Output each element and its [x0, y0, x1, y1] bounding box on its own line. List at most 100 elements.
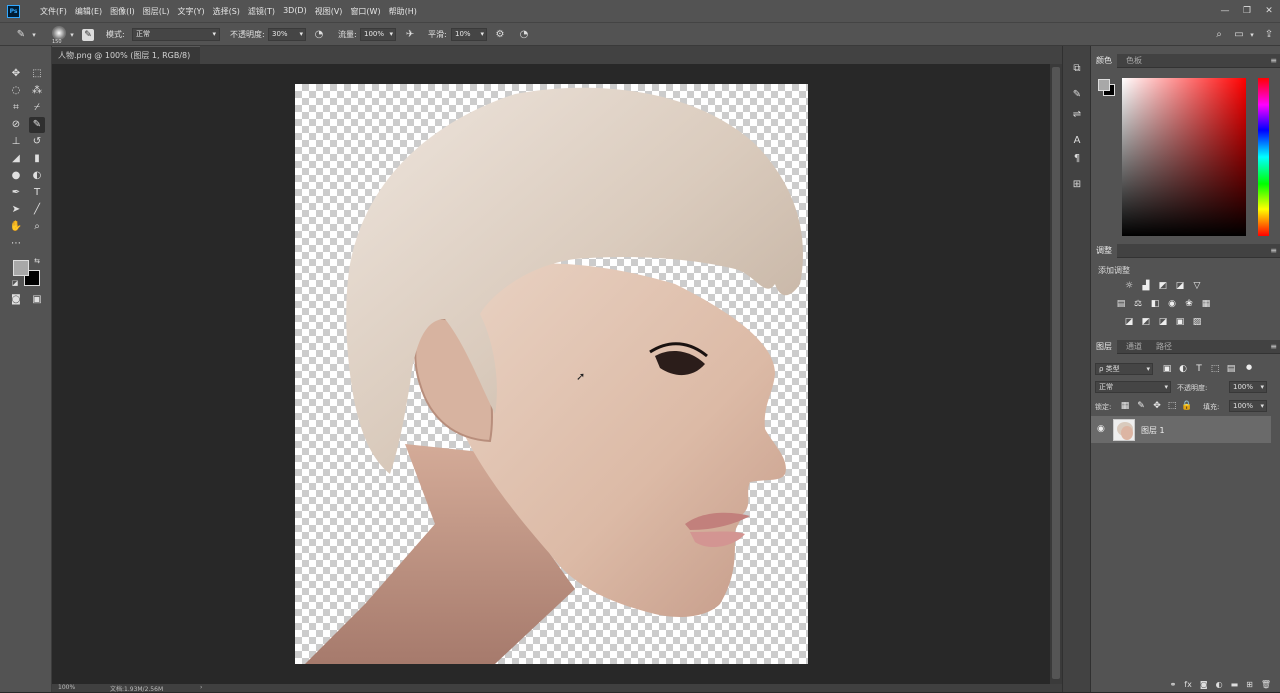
pen-tool-icon[interactable]: ✒	[8, 185, 24, 201]
character-panel-icon[interactable]: A	[1069, 134, 1085, 148]
levels-icon[interactable]: ▟	[1140, 280, 1152, 292]
gear-icon[interactable]: ⚙	[493, 28, 507, 42]
history-panel-icon[interactable]: ⧉	[1069, 62, 1085, 76]
pressure-opacity-icon[interactable]: ◔	[312, 28, 326, 42]
selective-color-icon[interactable]: ▨	[1191, 316, 1203, 328]
brush-tool-icon[interactable]: ✎	[29, 117, 45, 133]
color-balance-icon[interactable]: ⚖	[1132, 298, 1144, 310]
photo-filter-icon[interactable]: ◉	[1166, 298, 1178, 310]
healing-brush-tool-icon[interactable]: ⊘	[8, 117, 24, 133]
lock-transparent-icon[interactable]: ▦	[1119, 400, 1131, 412]
libraries-icon[interactable]: ⊞	[1069, 178, 1085, 192]
gradient-tool-icon[interactable]: ▮	[29, 151, 45, 167]
magic-wand-tool-icon[interactable]: ⁂	[29, 83, 45, 99]
blur-tool-icon[interactable]: ●	[8, 168, 24, 184]
lock-all-icon[interactable]: 🔒	[1181, 400, 1193, 412]
new-group-icon[interactable]: ▬	[1231, 680, 1239, 692]
menu-window[interactable]: 窗口(W)	[350, 6, 380, 17]
black-white-icon[interactable]: ◧	[1149, 298, 1161, 310]
tab-adjustments[interactable]: 调整	[1091, 244, 1117, 258]
zoom-tool-icon[interactable]: ⌕	[29, 219, 45, 235]
menu-3d[interactable]: 3D(D)	[283, 6, 307, 17]
workspace-icon[interactable]: ▭	[1232, 28, 1246, 42]
hue-slider[interactable]	[1258, 78, 1269, 236]
screen-mode-icon[interactable]: ▣	[29, 292, 45, 308]
vertical-scrollbar[interactable]	[1050, 64, 1062, 684]
minimize-button[interactable]: —	[1214, 0, 1236, 22]
brush-preview-icon[interactable]	[52, 26, 66, 40]
tab-color[interactable]: 颜色	[1091, 54, 1117, 68]
brush-tool-preset-icon[interactable]: ✎	[14, 28, 28, 42]
scrollbar-thumb[interactable]	[1052, 67, 1060, 679]
menu-image[interactable]: 图像(I)	[110, 6, 135, 17]
path-selection-tool-icon[interactable]: ➤	[8, 202, 24, 218]
menu-layer[interactable]: 图层(L)	[143, 6, 170, 17]
search-icon[interactable]: ⌕	[1212, 28, 1226, 42]
lock-artboard-icon[interactable]: ⬚	[1166, 400, 1178, 412]
properties-icon[interactable]: ⇌	[1069, 108, 1085, 122]
flow-input[interactable]: 100% ▾	[360, 28, 396, 41]
layer-thumbnail[interactable]	[1113, 419, 1135, 441]
foreground-color-swatch[interactable]	[13, 260, 29, 276]
menu-filter[interactable]: 滤镜(T)	[248, 6, 275, 17]
airbrush-icon[interactable]: ✈	[403, 28, 417, 42]
color-picker-field[interactable]	[1122, 78, 1246, 236]
new-adjustment-icon[interactable]: ◐	[1216, 680, 1223, 692]
brightness-icon[interactable]: ☼	[1123, 280, 1135, 292]
panel-menu-icon[interactable]: ≡	[1270, 56, 1277, 65]
posterize-icon[interactable]: ◩	[1140, 316, 1152, 328]
channel-mixer-icon[interactable]: ❀	[1183, 298, 1195, 310]
move-tool-icon[interactable]: ✥	[8, 66, 24, 82]
workspace-chevron-icon[interactable]: ▾	[1248, 28, 1256, 42]
delete-layer-icon[interactable]: 🗑	[1261, 680, 1271, 692]
blend-mode-select[interactable]: 正常 ▾	[1095, 381, 1171, 393]
tab-channels[interactable]: 通道	[1121, 340, 1147, 354]
restore-button[interactable]: ❐	[1236, 0, 1258, 22]
menu-file[interactable]: 文件(F)	[40, 6, 67, 17]
crop-tool-icon[interactable]: ⌗	[8, 100, 24, 116]
pressure-size-icon[interactable]: ◔	[517, 28, 531, 42]
eyedropper-tool-icon[interactable]: ⌿	[29, 100, 45, 116]
filter-smart-object-icon[interactable]: ▤	[1225, 363, 1237, 375]
invert-icon[interactable]: ◪	[1123, 316, 1135, 328]
history-brush-tool-icon[interactable]: ↺	[29, 134, 45, 150]
fill-input[interactable]: 100% ▾	[1229, 400, 1267, 412]
close-button[interactable]: ✕	[1258, 0, 1280, 22]
lock-pixels-icon[interactable]: ✎	[1135, 400, 1147, 412]
new-layer-icon[interactable]: ⊞	[1246, 680, 1253, 692]
layer-row[interactable]: ◉ 图层 1	[1091, 416, 1271, 443]
exposure-icon[interactable]: ◪	[1174, 280, 1186, 292]
quick-mask-icon[interactable]: ◙	[8, 292, 24, 308]
default-colors-icon[interactable]: ◪	[10, 278, 20, 288]
layers-panel-menu-icon[interactable]: ≡	[1270, 342, 1277, 351]
smooth-input[interactable]: 10% ▾	[451, 28, 487, 41]
chevron-down-icon[interactable]: ▾	[30, 28, 38, 42]
document-tab[interactable]: 人物.png @ 100% (图层 1, RGB/8) ×	[52, 46, 200, 77]
marquee-tool-icon[interactable]: ⬚	[29, 66, 45, 82]
visibility-eye-icon[interactable]: ◉	[1097, 424, 1105, 434]
document-canvas[interactable]	[295, 84, 808, 664]
layer-name[interactable]: 图层 1	[1141, 425, 1165, 436]
threshold-icon[interactable]: ◪	[1157, 316, 1169, 328]
vibrance-icon[interactable]: ▽	[1191, 280, 1203, 292]
curves-icon[interactable]: ◩	[1157, 280, 1169, 292]
menu-edit[interactable]: 编辑(E)	[75, 6, 102, 17]
type-tool-icon[interactable]: T	[29, 185, 45, 201]
filter-adjustment-icon[interactable]: ◐	[1177, 363, 1189, 375]
color-lookup-icon[interactable]: ▦	[1200, 298, 1212, 310]
status-menu-arrow-icon[interactable]: ›	[200, 684, 202, 691]
swap-colors-icon[interactable]: ⇆	[32, 256, 42, 266]
brush-size-chevron-icon[interactable]: ▾	[68, 28, 76, 42]
lock-position-icon[interactable]: ✥	[1151, 400, 1163, 412]
panel-foreground-swatch[interactable]	[1098, 79, 1110, 91]
gradient-map-icon[interactable]: ▣	[1174, 316, 1186, 328]
opacity-input[interactable]: 30% ▾	[268, 28, 306, 41]
more-tools-icon[interactable]: ⋯	[8, 236, 24, 252]
paragraph-panel-icon[interactable]: ¶	[1069, 152, 1085, 166]
add-mask-icon[interactable]: ◙	[1200, 680, 1208, 692]
eraser-tool-icon[interactable]: ◢	[8, 151, 24, 167]
clone-stamp-tool-icon[interactable]: ⊥	[8, 134, 24, 150]
brush-panel-toggle-icon[interactable]: ✎	[82, 29, 94, 41]
mode-select[interactable]: 正常 ▾	[132, 28, 220, 41]
zoom-level[interactable]: 100%	[58, 684, 75, 691]
